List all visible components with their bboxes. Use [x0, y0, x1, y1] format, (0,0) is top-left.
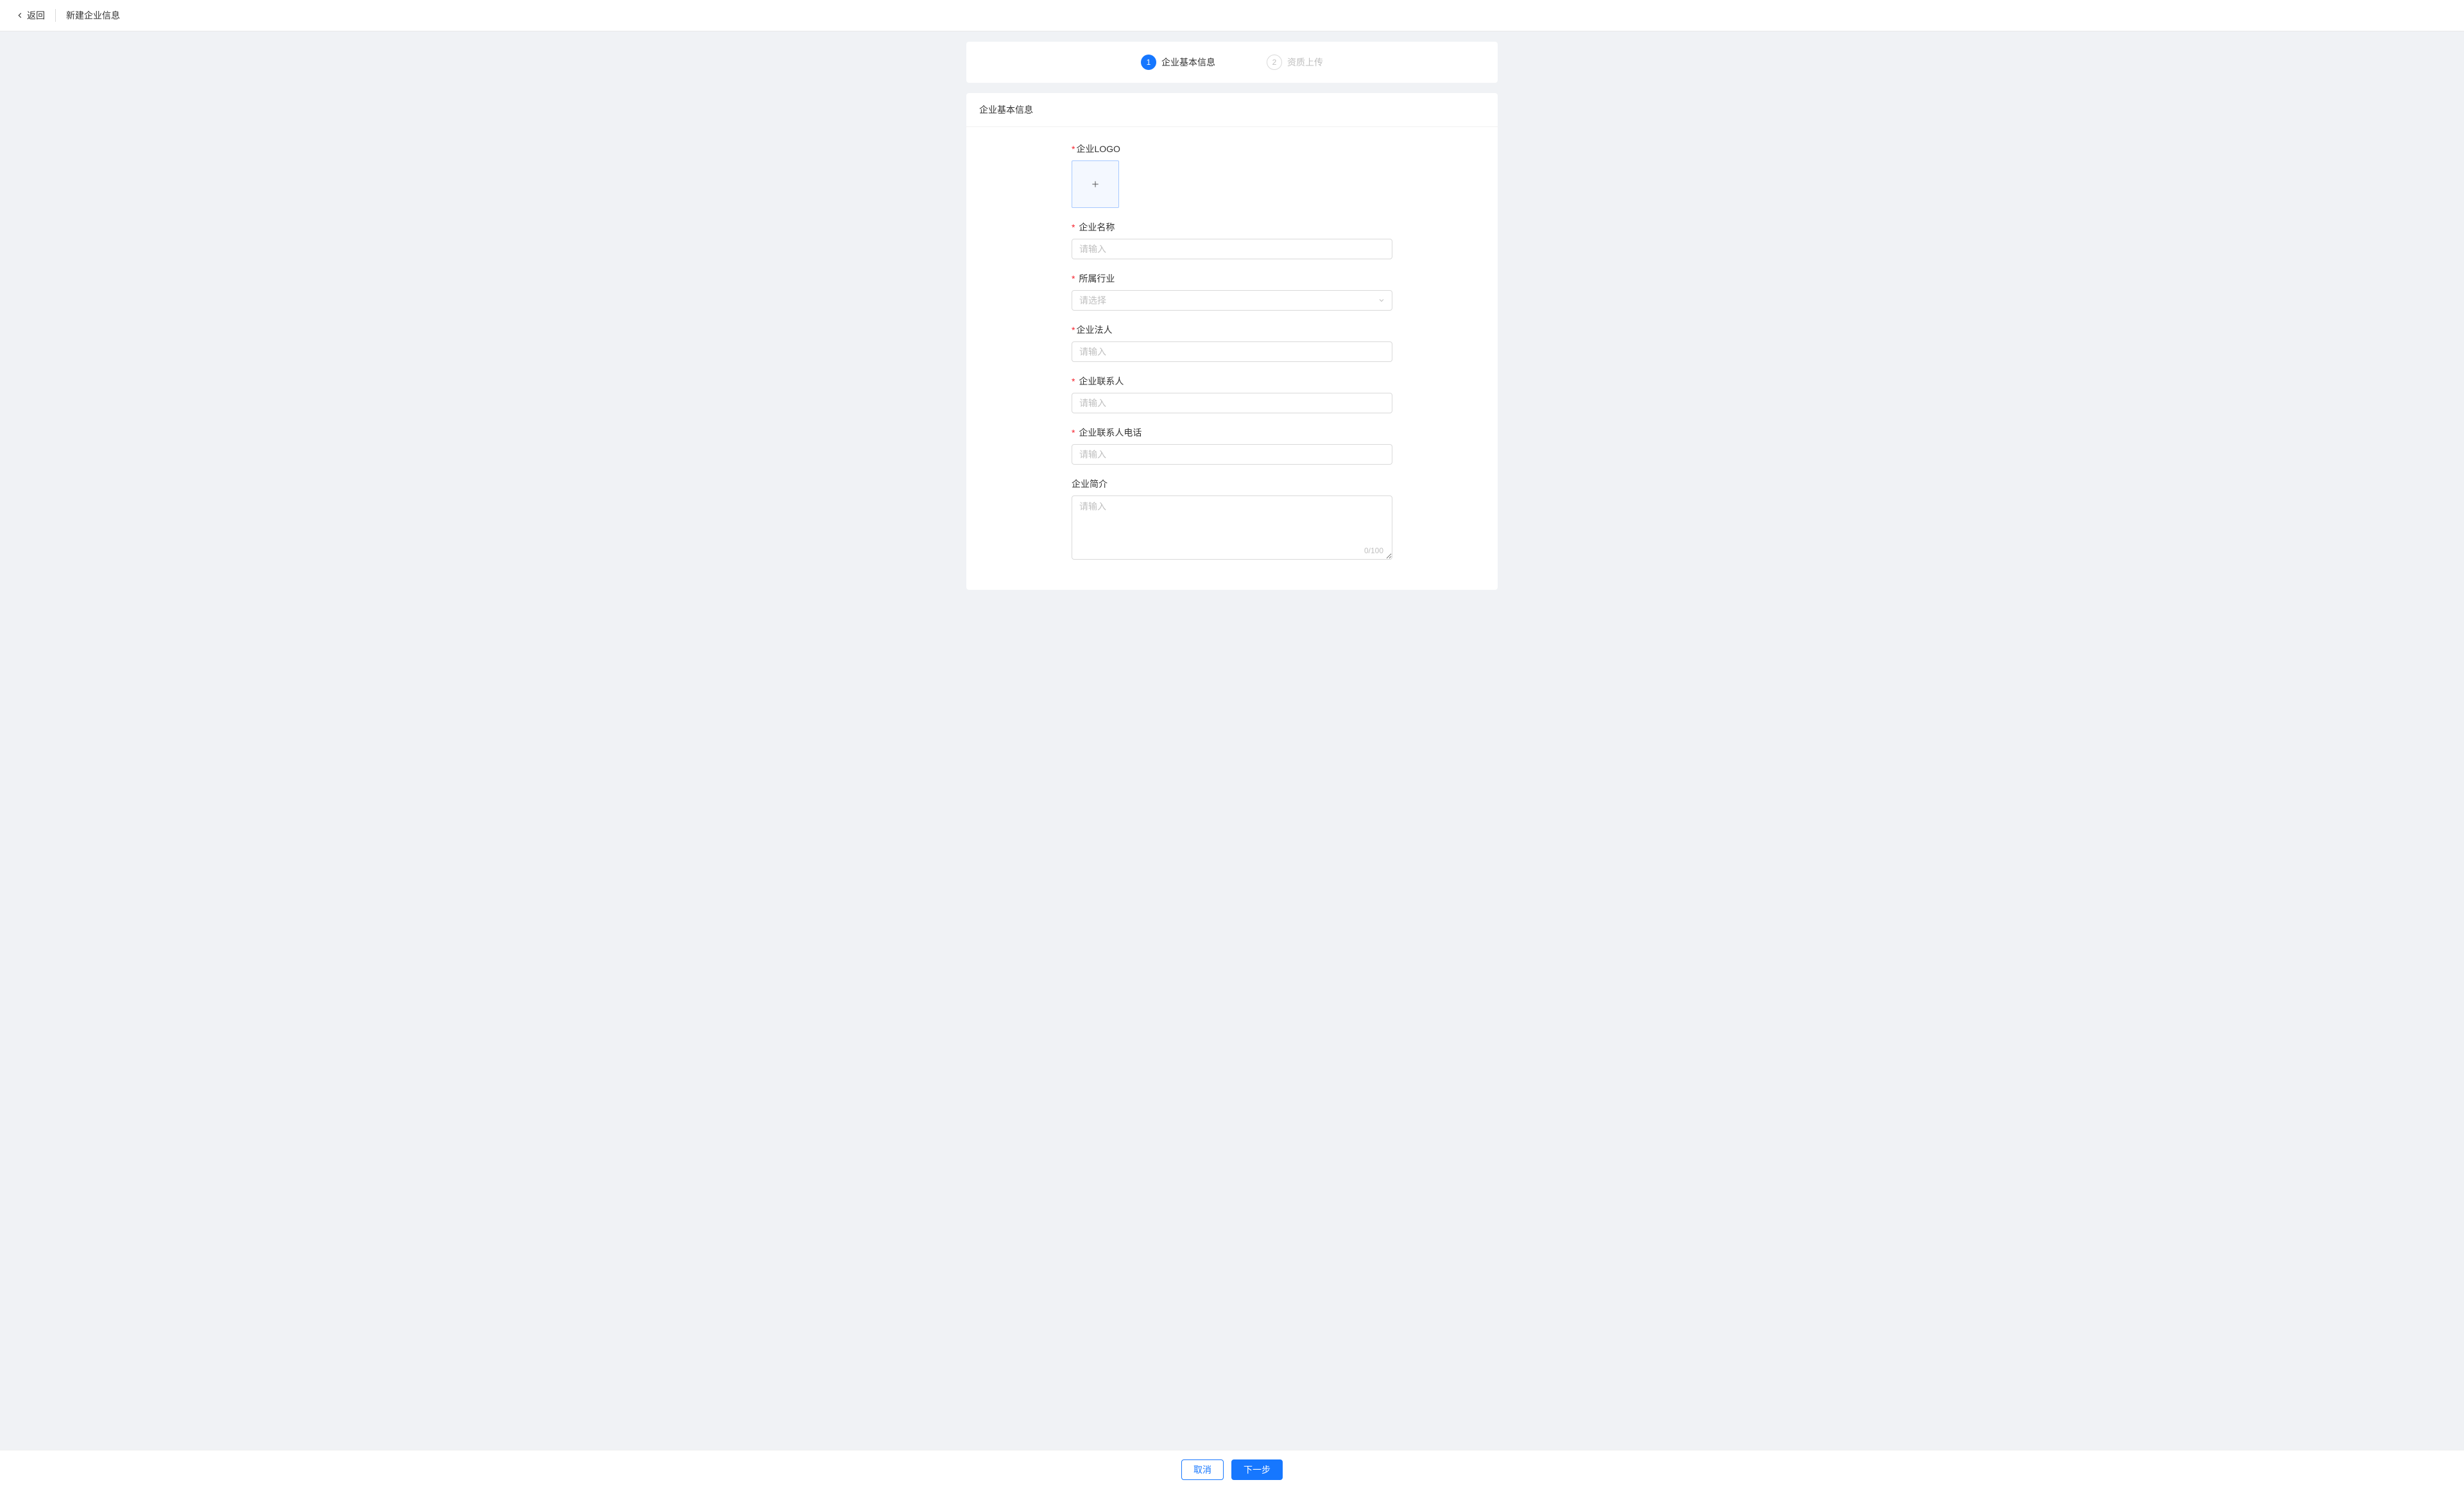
logo-upload[interactable] [1072, 160, 1119, 208]
back-label: 返回 [27, 9, 45, 22]
step-label: 企业基本信息 [1161, 56, 1215, 69]
field-industry: * 所属行业 [1072, 272, 1392, 311]
industry-select[interactable] [1072, 290, 1392, 311]
contact-person-input[interactable] [1072, 393, 1392, 413]
field-logo: *企业LOGO [1072, 142, 1392, 208]
footer-actions: 取消 下一步 [0, 1450, 2464, 1489]
plus-icon [1090, 179, 1100, 189]
form-section-title: 企业基本信息 [966, 93, 1498, 127]
step-number: 2 [1267, 55, 1282, 70]
field-contact-person: * 企业联系人 [1072, 375, 1392, 413]
page-title: 新建企业信息 [66, 9, 120, 22]
intro-textarea[interactable] [1072, 495, 1392, 560]
contact-person-label: * 企业联系人 [1072, 375, 1392, 388]
chevron-left-icon [15, 11, 24, 20]
page-header: 返回 新建企业信息 [0, 0, 2464, 31]
intro-label: 企业简介 [1072, 478, 1392, 490]
contact-phone-input[interactable] [1072, 444, 1392, 465]
field-company-name: * 企业名称 [1072, 221, 1392, 259]
logo-label: *企业LOGO [1072, 142, 1392, 155]
step-number: 1 [1141, 55, 1156, 70]
next-button[interactable]: 下一步 [1231, 1459, 1283, 1480]
contact-phone-label: * 企业联系人电话 [1072, 426, 1392, 439]
steps-container: 1 企业基本信息 2 资质上传 [966, 42, 1498, 83]
legal-person-label: *企业法人 [1072, 323, 1392, 336]
company-name-label: * 企业名称 [1072, 221, 1392, 234]
cancel-button[interactable]: 取消 [1181, 1459, 1224, 1480]
back-button[interactable]: 返回 [15, 9, 56, 22]
field-legal-person: *企业法人 [1072, 323, 1392, 362]
field-intro: 企业简介 0/100 [1072, 478, 1392, 562]
industry-label: * 所属行业 [1072, 272, 1392, 285]
company-name-input[interactable] [1072, 239, 1392, 259]
field-contact-phone: * 企业联系人电话 [1072, 426, 1392, 465]
step-label: 资质上传 [1287, 56, 1323, 69]
step-qualification[interactable]: 2 资质上传 [1267, 55, 1323, 70]
form-card: 企业基本信息 *企业LOGO * 企业名称 * 所属行业 [966, 93, 1498, 590]
legal-person-input[interactable] [1072, 341, 1392, 362]
step-basic-info[interactable]: 1 企业基本信息 [1141, 55, 1215, 70]
